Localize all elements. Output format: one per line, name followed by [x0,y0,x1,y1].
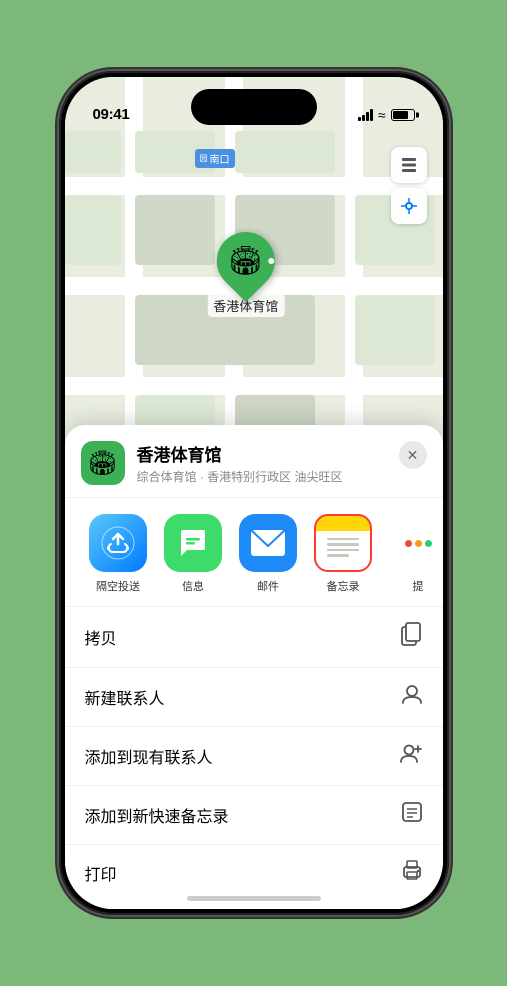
bottom-sheet: 🏟 香港体育馆 综合体育馆 · 香港特别行政区 油尖旺区 ✕ [65,425,443,909]
map-layers-button[interactable] [391,147,427,183]
dynamic-island [191,89,317,125]
share-item-airdrop[interactable]: 隔空投送 [81,514,156,594]
action-copy[interactable]: 拷贝 [65,607,443,668]
action-print-label: 打印 [85,861,117,885]
sheet-header: 🏟 香港体育馆 综合体育馆 · 香港特别行政区 油尖旺区 ✕ [65,425,443,498]
airdrop-label: 隔空投送 [96,578,140,594]
home-indicator [187,896,321,901]
map-controls[interactable] [391,147,427,224]
airdrop-icon[interactable] [89,514,147,572]
action-new-contact-label: 新建联系人 [85,685,165,709]
mail-icon[interactable] [239,514,297,572]
status-time: 09:41 [93,106,130,123]
wifi-icon: ≈ [378,107,386,123]
notes-label: 备忘录 [327,578,360,594]
share-item-mail[interactable]: 邮件 [231,514,306,594]
more-icon[interactable] [389,514,443,572]
venue-sheet-icon: 🏟 [81,441,125,485]
status-icons: ≈ [358,107,415,123]
new-contact-icon [401,683,423,711]
phone-frame: 09:41 ≈ [59,71,449,915]
action-print[interactable]: 打印 [65,845,443,901]
share-row: 隔空投送 信息 [65,498,443,606]
action-add-existing-contact[interactable]: 添加到现有联系人 [65,727,443,786]
phone-screen: 09:41 ≈ [65,77,443,909]
copy-icon [401,622,423,652]
venue-pin-dot [267,257,275,265]
venue-sheet-name: 香港体育馆 [137,441,387,466]
action-new-contact[interactable]: 新建联系人 [65,668,443,727]
action-add-quick-note-label: 添加到新快速备忘录 [85,803,229,827]
venue-pin-icon: 🏟 [228,247,264,275]
venue-sheet-desc: 综合体育馆 · 香港特别行政区 油尖旺区 [137,468,387,485]
share-item-notes[interactable]: 备忘录 [306,514,381,594]
venue-info: 香港体育馆 综合体育馆 · 香港特别行政区 油尖旺区 [137,441,387,485]
signal-icon [358,109,373,121]
close-button[interactable]: ✕ [399,441,427,469]
notes-icon[interactable] [314,514,372,572]
battery-icon [391,109,415,121]
mail-label: 邮件 [257,578,279,594]
messages-icon[interactable] [164,514,222,572]
action-add-quick-note[interactable]: 添加到新快速备忘录 [65,786,443,845]
action-add-existing-label: 添加到现有联系人 [85,744,213,768]
share-item-messages[interactable]: 信息 [156,514,231,594]
venue-marker[interactable]: 🏟 香港体育馆 [207,232,284,317]
map-location-button[interactable] [391,188,427,224]
quick-note-icon [401,801,423,829]
action-list: 拷贝 新建联系人 [65,606,443,901]
map-north-gate-label: 园 南口 [195,149,235,168]
action-copy-label: 拷贝 [85,625,117,649]
share-item-more[interactable]: 提 [381,514,443,594]
messages-label: 信息 [182,578,204,594]
more-label: 提 [413,578,424,594]
venue-pin: 🏟 [205,220,287,302]
print-icon [401,860,423,886]
add-contact-icon [399,742,423,770]
